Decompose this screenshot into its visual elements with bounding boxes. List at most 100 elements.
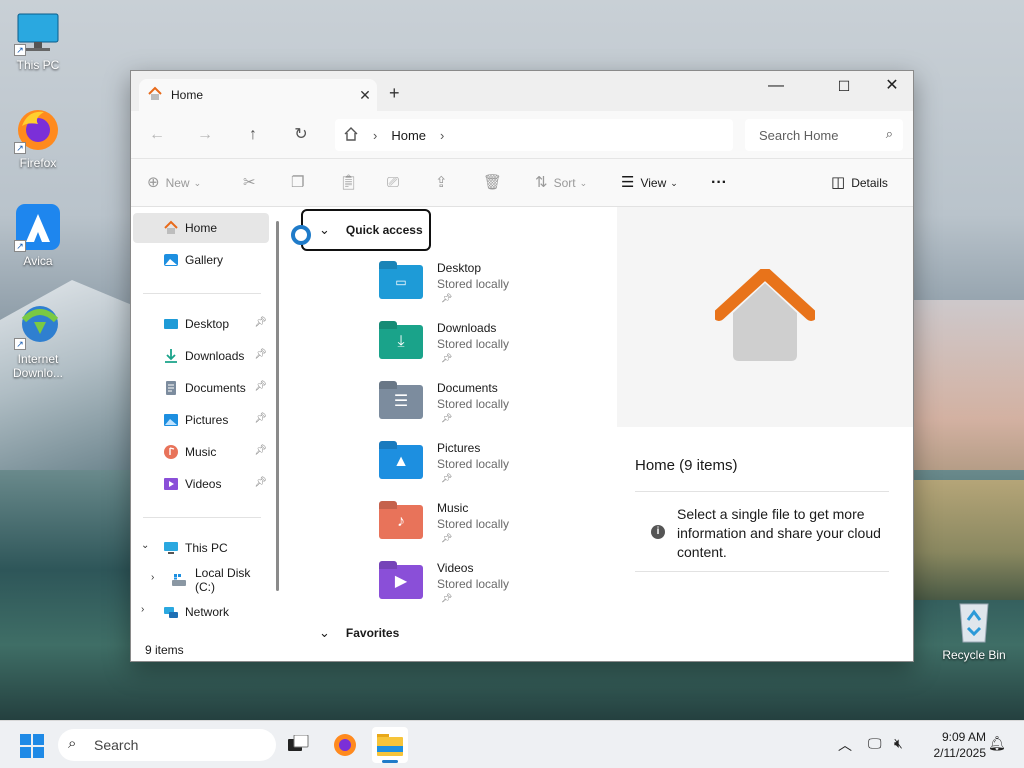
pin-icon: 📌︎ <box>254 413 267 424</box>
document-glyph: ☰ <box>393 393 409 410</box>
new-button[interactable]: ⊕ New ⌄ <box>147 173 201 193</box>
sidebar-item-label: This PC <box>185 541 228 555</box>
desktop-icon-internet-download-manager[interactable]: ↗ Internet Downlo... <box>0 302 76 380</box>
windows-start-icon[interactable] <box>20 734 44 761</box>
chevron-right-icon[interactable]: › <box>440 128 444 143</box>
back-icon[interactable]: ← <box>143 121 171 149</box>
pin-icon: 📌︎ <box>254 349 267 360</box>
sidebar-item-downloads[interactable]: Downloads 📌︎ <box>133 341 269 371</box>
view-button[interactable]: ☰ View ⌄ <box>621 173 678 193</box>
minimize-button[interactable]: — <box>753 71 799 103</box>
sidebar-item-home[interactable]: Home <box>133 213 269 243</box>
sidebar-item-label: Gallery <box>185 253 224 267</box>
plus-circle-icon: ⊕ <box>147 174 160 191</box>
file-explorer-taskbar-icon[interactable] <box>372 727 408 763</box>
play-glyph: ▶ <box>394 573 408 590</box>
sidebar-item-documents[interactable]: Documents 📌︎ <box>133 373 269 403</box>
folder-name: Music <box>437 501 469 515</box>
forward-icon[interactable]: → <box>191 121 219 149</box>
sidebar-item-network[interactable]: › Network <box>133 597 269 627</box>
cut-icon[interactable]: ✂ <box>243 173 262 193</box>
sidebar-item-pictures[interactable]: Pictures 📌︎ <box>133 405 269 435</box>
refresh-icon[interactable]: ↻ <box>287 121 315 149</box>
file-explorer-window: Home ✕ + — ☐ ✕ ← → ↑ ↻ › Home › Search H… <box>130 70 914 662</box>
preview-area <box>617 207 913 427</box>
sidebar-item-label: Local Disk (C:) <box>195 566 251 594</box>
new-label: New <box>165 176 190 190</box>
chevron-right-icon[interactable]: › <box>151 572 154 583</box>
folder-item-downloads[interactable]: ⤓ Downloads Stored locally 📌︎ <box>379 321 609 373</box>
view-label: View <box>640 176 667 190</box>
sidebar-item-gallery[interactable]: Gallery <box>133 245 269 275</box>
up-icon[interactable]: ↑ <box>239 121 267 149</box>
details-button[interactable]: ◫ Details <box>831 173 888 193</box>
close-tab-icon[interactable]: ✕ <box>353 87 377 104</box>
folder-item-pictures[interactable]: ▲ Pictures Stored locally 📌︎ <box>379 441 609 493</box>
more-options-button[interactable]: ··· <box>711 173 727 193</box>
command-bar: ⊕ New ⌄ ✂ ❐ 📋︎ ⎚ ⇪ 🗑︎ ⇅ Sort ⌄ ☰ View ⌄ ··· ◫ D… <box>131 159 913 207</box>
address-bar[interactable]: › Home › <box>335 119 733 151</box>
sidebar-item-desktop[interactable]: Desktop 📌︎ <box>133 309 269 339</box>
paste-icon[interactable]: 📋︎ <box>339 173 364 193</box>
content-pane: ⌄ Quick access ▭ Desktop Stored locally … <box>287 207 617 640</box>
firefox-taskbar-icon[interactable] <box>332 732 358 761</box>
share-icon[interactable]: ⇪ <box>435 173 454 193</box>
wallpaper-grass <box>900 480 1024 600</box>
status-bar-item-count: 9 items <box>131 639 913 661</box>
sidebar-item-label: Videos <box>185 477 222 491</box>
divider <box>635 491 889 492</box>
breadcrumb-home[interactable]: Home <box>391 128 426 143</box>
volume-muted-icon[interactable]: 🔇︎ <box>894 735 903 752</box>
sort-label: Sort <box>553 176 576 190</box>
pin-icon: 📌︎ <box>441 413 453 423</box>
notification-bell-icon[interactable]: 🔔︎ <box>988 735 1006 752</box>
chevron-down-icon[interactable]: ⌄ <box>141 540 149 551</box>
pin-icon: 📌︎ <box>441 293 453 303</box>
chevron-right-icon: › <box>373 127 378 143</box>
copy-icon[interactable]: ❐ <box>291 173 310 193</box>
desktop-icon-label: This PC <box>16 58 60 72</box>
rename-icon[interactable]: ⎚ <box>387 173 405 193</box>
chevron-down-icon: ⌄ <box>319 222 330 237</box>
sidebar-item-label: Music <box>185 445 217 459</box>
info-icon: i <box>651 525 665 539</box>
search-input[interactable]: Search Home ⌕ <box>745 119 903 151</box>
sidebar-item-this-pc[interactable]: ⌄ This PC <box>133 533 269 563</box>
close-button[interactable]: ✕ <box>869 71 915 103</box>
folder-name: Downloads <box>437 321 497 335</box>
chevron-up-icon[interactable]: ︿ <box>838 735 852 755</box>
maximize-button[interactable]: ☐ <box>821 71 867 103</box>
clock-time: 9:09 AM <box>941 730 986 744</box>
tab-home[interactable]: Home ✕ <box>139 79 377 111</box>
large-home-icon <box>715 269 815 361</box>
folder-status: Stored locally <box>437 517 510 531</box>
folder-item-videos[interactable]: ▶ Videos Stored locally 📌︎ <box>379 561 609 613</box>
chevron-right-icon[interactable]: › <box>141 604 144 615</box>
delete-icon[interactable]: 🗑︎ <box>483 173 508 193</box>
folder-item-music[interactable]: ♪ Music Stored locally 📌︎ <box>379 501 609 553</box>
task-view-icon[interactable] <box>288 734 310 758</box>
folder-item-documents[interactable]: ☰ Documents Stored locally 📌︎ <box>379 381 609 433</box>
taskbar-search-box[interactable]: ⌕ Search <box>58 729 276 761</box>
quick-access-header[interactable]: ⌄ Quick access <box>301 209 431 251</box>
pin-icon: 📌︎ <box>441 353 453 363</box>
pin-icon: 📌︎ <box>441 473 453 483</box>
folder-item-desktop[interactable]: ▭ Desktop Stored locally 📌︎ <box>379 261 609 313</box>
sidebar-item-local-disk[interactable]: › Local Disk (C:) <box>133 565 269 595</box>
desktop-icon-recycle-bin[interactable]: Recycle Bin <box>936 598 1012 662</box>
gallery-icon <box>163 252 179 268</box>
network-icon[interactable]: 🖵︎ <box>868 735 882 752</box>
desktop-folder-icon <box>163 316 179 332</box>
desktop-icon-firefox[interactable]: ↗ Firefox <box>0 106 76 170</box>
new-tab-button[interactable]: + <box>389 83 400 104</box>
sidebar-item-music[interactable]: Music 📌︎ <box>133 437 269 467</box>
clock[interactable]: 9:09 AM 2/11/2025 <box>918 729 987 761</box>
desktop-icon-this-pc[interactable]: ↗ This PC <box>0 8 76 72</box>
pin-icon: 📌︎ <box>441 533 453 543</box>
sort-button[interactable]: ⇅ Sort ⌄ <box>535 173 587 193</box>
nav-pane-scrollbar[interactable] <box>276 221 279 591</box>
sidebar-item-label: Documents <box>185 381 246 395</box>
sidebar-item-videos[interactable]: Videos 📌︎ <box>133 469 269 499</box>
desktop-icon-avica[interactable]: ↗ Avica <box>0 204 76 268</box>
taskbar-search-placeholder: Search <box>94 737 139 753</box>
